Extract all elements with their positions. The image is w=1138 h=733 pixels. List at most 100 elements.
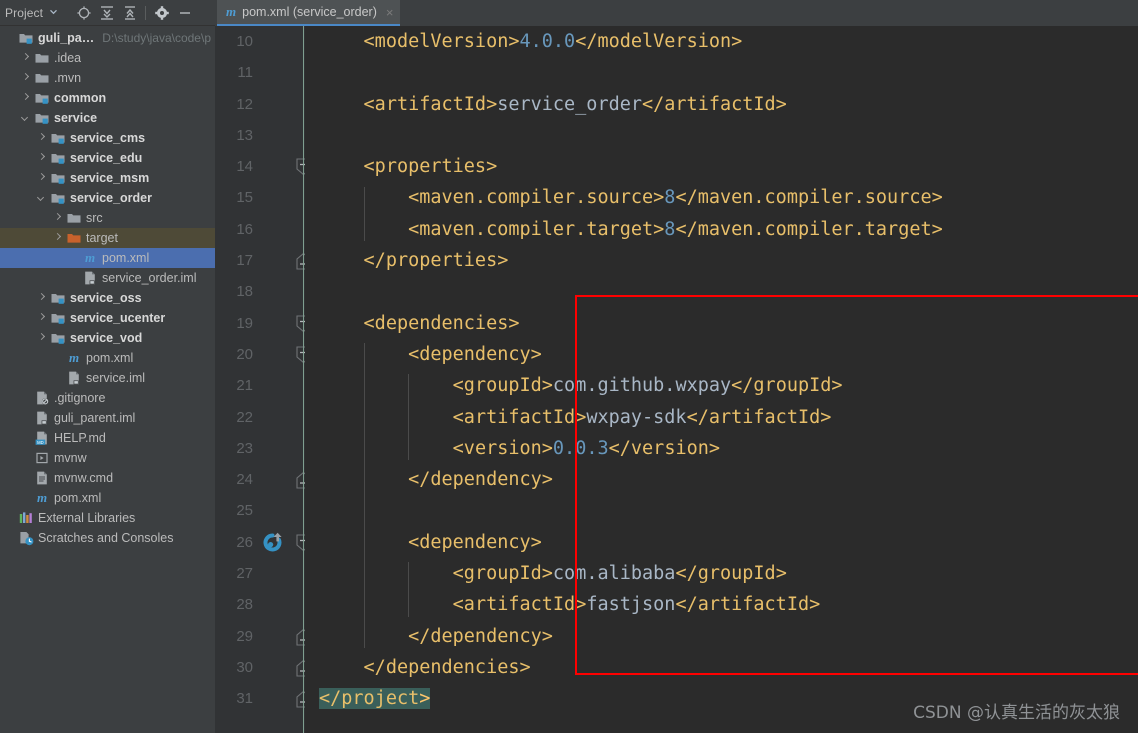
tree-item-mvnw[interactable]: mvnw bbox=[0, 448, 215, 468]
code-content[interactable]: <modelVersion>4.0.0</modelVersion> <artif… bbox=[305, 26, 1138, 733]
chevron-right-icon[interactable] bbox=[52, 213, 63, 224]
tree-item-external-libraries[interactable]: External Libraries bbox=[0, 508, 215, 528]
chevron-right-icon[interactable] bbox=[36, 153, 47, 164]
tree-item-label: .idea bbox=[54, 51, 82, 65]
chevron-right-icon[interactable] bbox=[20, 93, 31, 104]
code-line[interactable]: <properties> bbox=[305, 151, 1138, 182]
tree-item-label: Scratches and Consoles bbox=[38, 531, 174, 545]
module-folder-icon bbox=[34, 90, 50, 106]
close-icon[interactable]: × bbox=[386, 6, 394, 19]
code-token: </modelVersion> bbox=[575, 31, 743, 52]
tree-item-service-iml[interactable]: service.iml bbox=[0, 368, 215, 388]
code-line[interactable] bbox=[305, 276, 1138, 307]
code-line[interactable]: <artifactId>wxpay-sdk</artifactId> bbox=[305, 402, 1138, 433]
chevron-down-icon[interactable] bbox=[49, 7, 58, 18]
project-tree[interactable]: guli_parent D:\study\java\code\p .idea .mvn… bbox=[0, 26, 215, 733]
tree-item--gitignore[interactable]: .gitignore bbox=[0, 388, 215, 408]
code-line[interactable]: <version>0.0.3</version> bbox=[305, 433, 1138, 464]
tree-item-pom-xml[interactable]: m pom.xml bbox=[0, 488, 215, 508]
code-token: 0.0.3 bbox=[552, 437, 609, 459]
tree-item-pom-xml[interactable]: m pom.xml bbox=[0, 248, 215, 268]
chevron-right-icon[interactable] bbox=[36, 173, 47, 184]
tree-item-help-md[interactable]: MD HELP.md bbox=[0, 428, 215, 448]
tree-item-scratches-and-consoles[interactable]: Scratches and Consoles bbox=[0, 528, 215, 548]
code-line[interactable]: </dependencies> bbox=[305, 652, 1138, 683]
tree-item-guli-parent-iml[interactable]: guli_parent.iml bbox=[0, 408, 215, 428]
tree-item-service-cms[interactable]: service_cms bbox=[0, 128, 215, 148]
code-line[interactable]: <groupId>com.github.wxpay</groupId> bbox=[305, 370, 1138, 401]
tree-item-service-edu[interactable]: service_edu bbox=[0, 148, 215, 168]
code-token: 8 bbox=[664, 187, 676, 209]
gitignore-file-icon bbox=[34, 390, 50, 406]
module-folder-icon bbox=[34, 110, 50, 126]
tree-item-src[interactable]: src bbox=[0, 208, 215, 228]
tree-item-service-vod[interactable]: service_vod bbox=[0, 328, 215, 348]
tree-item-service-order-iml[interactable]: service_order.iml bbox=[0, 268, 215, 288]
code-line[interactable]: <artifactId>service_order</artifactId> bbox=[305, 89, 1138, 120]
project-toolbar: Project bbox=[0, 0, 215, 26]
iml-file-icon bbox=[66, 370, 82, 386]
code-line[interactable] bbox=[305, 495, 1138, 526]
code-line[interactable]: <maven.compiler.source>8</maven.compiler… bbox=[305, 182, 1138, 213]
tree-item-target[interactable]: target bbox=[0, 228, 215, 248]
chevron-right-icon[interactable] bbox=[52, 233, 63, 244]
line-number: 23 bbox=[236, 439, 253, 457]
code-line[interactable]: <maven.compiler.target>8</maven.compiler… bbox=[305, 214, 1138, 245]
tree-item-service-ucenter[interactable]: service_ucenter bbox=[0, 308, 215, 328]
chevron-right-icon[interactable] bbox=[36, 133, 47, 144]
tree-item-service[interactable]: service bbox=[0, 108, 215, 128]
chevron-right-icon[interactable] bbox=[20, 53, 31, 64]
editor-gutter[interactable]: 10 11 12 13 14 15 16 17 18 19 20 21 22 23 24 25 26 27 28 29… bbox=[215, 26, 311, 733]
tree-item-guli-parent[interactable]: guli_parent D:\study\java\code\p bbox=[0, 28, 215, 48]
code-line[interactable]: </properties> bbox=[305, 245, 1138, 276]
code-line[interactable]: </dependency> bbox=[305, 621, 1138, 652]
code-line[interactable] bbox=[305, 57, 1138, 88]
code-line[interactable]: <dependency> bbox=[305, 339, 1138, 370]
toolbar-divider bbox=[145, 5, 147, 20]
gutter-annotation-column[interactable] bbox=[257, 26, 311, 733]
editor-tab-pom-xml[interactable]: m pom.xml (service_order) × bbox=[217, 0, 401, 26]
settings-gear-icon[interactable] bbox=[150, 3, 173, 23]
code-line[interactable]: </dependency> bbox=[305, 464, 1138, 495]
project-panel-title: Project bbox=[5, 5, 44, 20]
line-number: 22 bbox=[236, 408, 253, 426]
chevron-down-icon[interactable] bbox=[20, 113, 31, 124]
locate-icon[interactable] bbox=[72, 3, 95, 23]
chevron-right-icon[interactable] bbox=[36, 333, 47, 344]
line-number: 26 bbox=[236, 533, 253, 551]
tree-item-label: service_oss bbox=[70, 291, 142, 305]
chevron-right-icon[interactable] bbox=[36, 313, 47, 324]
tree-item-common[interactable]: common bbox=[0, 88, 215, 108]
code-line[interactable]: <dependencies> bbox=[305, 308, 1138, 339]
expand-all-icon[interactable] bbox=[95, 3, 118, 23]
line-number: 13 bbox=[236, 126, 253, 144]
maven-reload-project-icon[interactable] bbox=[259, 531, 285, 560]
tree-item-label: External Libraries bbox=[38, 511, 136, 525]
line-number: 27 bbox=[236, 565, 253, 583]
tree-item-service-oss[interactable]: service_oss bbox=[0, 288, 215, 308]
code-line[interactable] bbox=[305, 120, 1138, 151]
collapse-all-icon[interactable] bbox=[118, 3, 141, 23]
code-line[interactable]: <groupId>com.alibaba</groupId> bbox=[305, 558, 1138, 589]
hide-panel-icon[interactable] bbox=[173, 3, 196, 23]
code-line[interactable]: <modelVersion>4.0.0</modelVersion> bbox=[305, 26, 1138, 57]
tree-item--mvn[interactable]: .mvn bbox=[0, 68, 215, 88]
chevron-down-icon[interactable] bbox=[36, 193, 47, 204]
tree-item-mvnw-cmd[interactable]: mvnw.cmd bbox=[0, 468, 215, 488]
chevron-right-icon[interactable] bbox=[20, 73, 31, 84]
svg-text:MD: MD bbox=[37, 440, 44, 445]
code-token: </artifactId> bbox=[686, 406, 832, 428]
chevron-right-icon[interactable] bbox=[36, 293, 47, 304]
indent-guide bbox=[408, 374, 410, 461]
tree-item-service-order[interactable]: service_order bbox=[0, 188, 215, 208]
tree-item--idea[interactable]: .idea bbox=[0, 48, 215, 68]
tree-item-service-msm[interactable]: service_msm bbox=[0, 168, 215, 188]
code-token: <version> bbox=[452, 437, 553, 459]
code-line[interactable]: <artifactId>fastjson</artifactId> bbox=[305, 589, 1138, 620]
code-line[interactable]: <dependency> bbox=[305, 527, 1138, 558]
tree-item-pom-xml[interactable]: m pom.xml bbox=[0, 348, 215, 368]
